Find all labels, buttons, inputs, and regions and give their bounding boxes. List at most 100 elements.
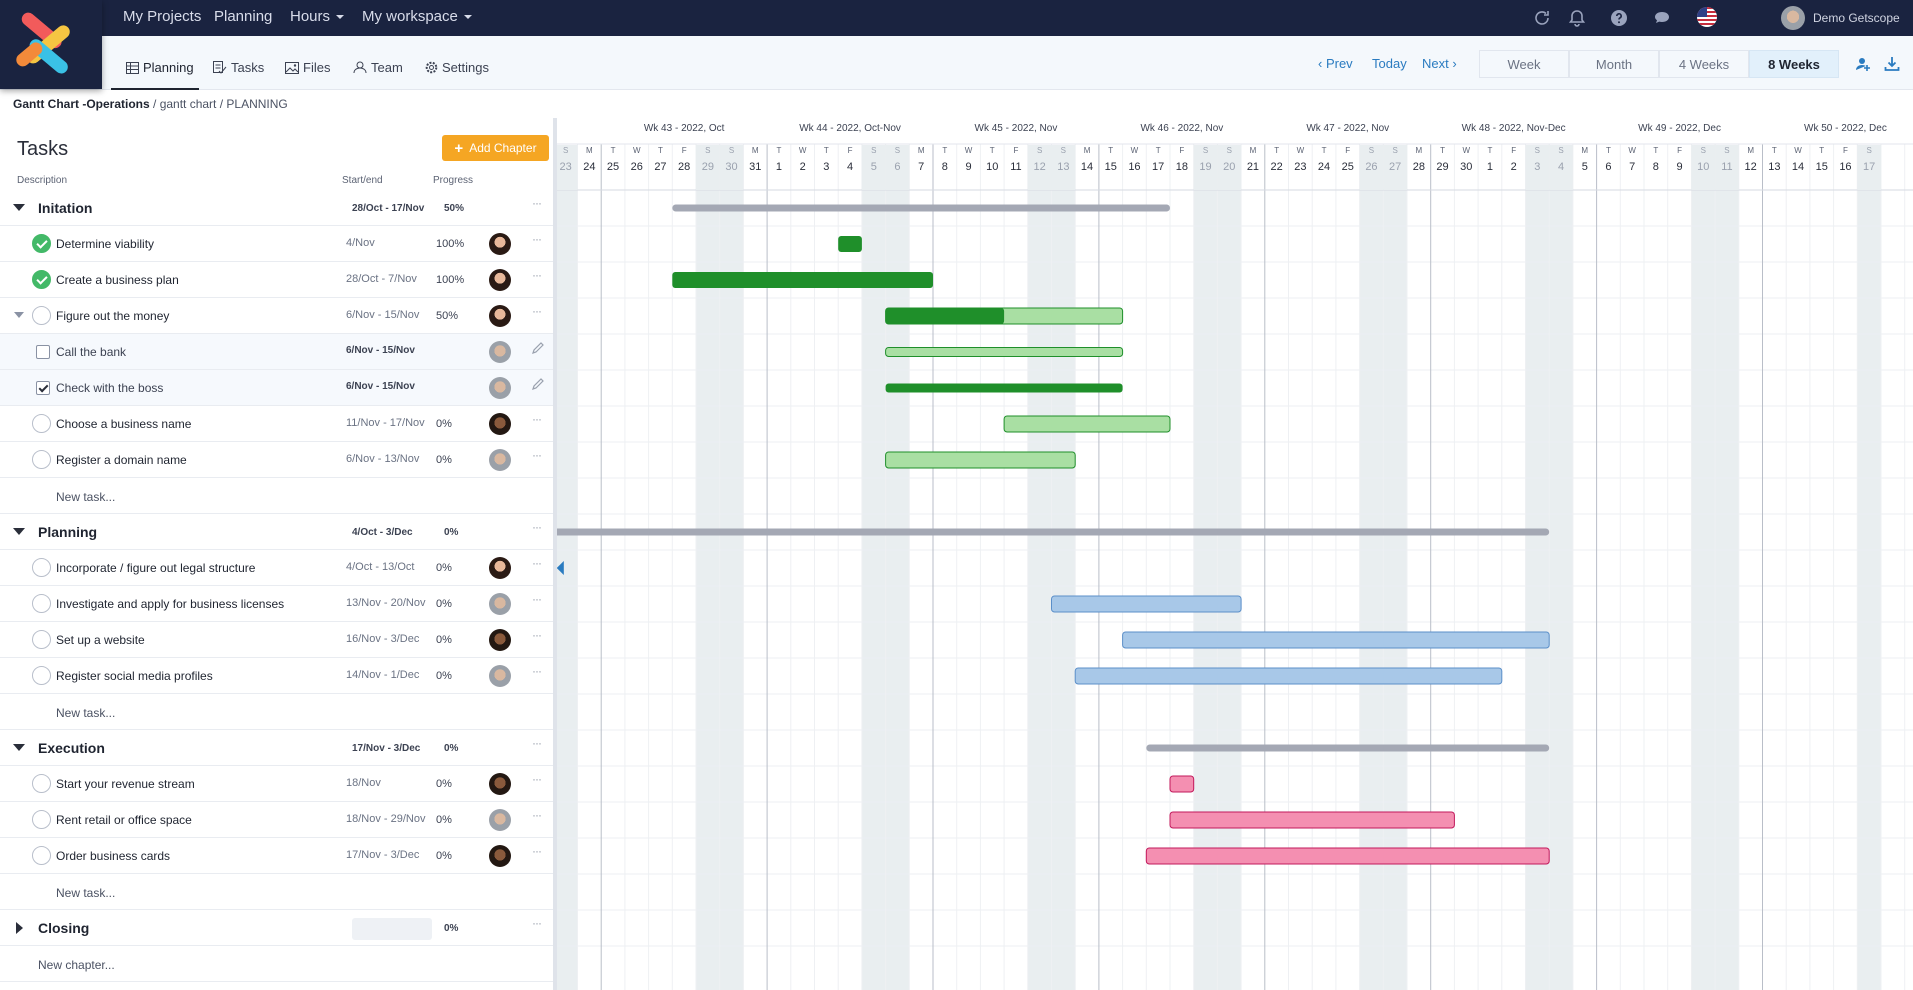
assign-user-icon[interactable] [1855, 56, 1871, 72]
period-month-button[interactable]: Month [1569, 50, 1659, 78]
more-options-icon[interactable]: ··· [532, 664, 542, 678]
breadcrumb-project[interactable]: Gantt Chart -Operations [13, 97, 150, 111]
task-bar[interactable] [672, 272, 933, 288]
task-name[interactable]: Register social media profiles [56, 669, 213, 683]
assignee-avatar[interactable] [489, 449, 511, 471]
task-bar[interactable] [885, 347, 1124, 357]
chapter-row[interactable]: Planning 4/Oct - 3/Dec 0% ··· [0, 514, 553, 550]
status-circle[interactable] [32, 450, 51, 469]
period-week-button[interactable]: Week [1479, 50, 1569, 78]
task-name[interactable]: Determine viability [56, 237, 154, 251]
us-flag-icon[interactable] [1696, 6, 1718, 28]
new-chapter-link[interactable]: New chapter... [38, 958, 115, 972]
nav-hours[interactable]: Hours [290, 8, 345, 25]
assignee-avatar[interactable] [489, 773, 511, 795]
more-options-icon[interactable]: ··· [532, 556, 542, 570]
status-circle[interactable] [32, 630, 51, 649]
task-row[interactable]: Create a business plan 28/Oct - 7/Nov 100%… [0, 262, 553, 298]
task-bar[interactable] [885, 383, 1123, 393]
task-row[interactable]: Set up a website 16/Nov - 3/Dec 0% ··· [0, 622, 553, 658]
status-circle[interactable] [32, 414, 51, 433]
assignee-avatar[interactable] [489, 665, 511, 687]
more-options-icon[interactable]: ··· [532, 304, 542, 318]
assignee-avatar[interactable] [489, 377, 511, 399]
caret-right-icon[interactable] [16, 922, 23, 934]
task-row[interactable]: Figure out the money 6/Nov - 15/Nov 50% ··· [0, 298, 553, 334]
more-options-icon[interactable]: ··· [532, 844, 542, 858]
refresh-icon[interactable] [1532, 8, 1552, 28]
assignee-avatar[interactable] [489, 233, 511, 255]
tab-team[interactable]: Team [353, 60, 403, 75]
assignee-avatar[interactable] [489, 629, 511, 651]
status-circle[interactable] [32, 558, 51, 577]
assignee-avatar[interactable] [489, 305, 511, 327]
task-bar[interactable] [1051, 595, 1242, 613]
caret-down-icon[interactable] [13, 744, 25, 751]
assignee-avatar[interactable] [489, 413, 511, 435]
tab-tasks[interactable]: Tasks [213, 60, 264, 75]
prev-button[interactable]: ‹ Prev [1318, 56, 1353, 71]
task-row[interactable]: Rent retail or office space 18/Nov - 29/N… [0, 802, 553, 838]
nav-my-workspace[interactable]: My workspace [362, 8, 472, 25]
new-task-link[interactable]: New task... [56, 886, 115, 900]
chapter-name[interactable]: Execution [38, 740, 105, 756]
chapter-summary-bar[interactable] [557, 528, 1550, 536]
new-task-link[interactable]: New task... [56, 706, 115, 720]
assignee-avatar[interactable] [489, 557, 511, 579]
assignee-avatar[interactable] [489, 593, 511, 615]
more-options-icon[interactable]: ··· [532, 916, 542, 930]
subtask-checkbox[interactable] [36, 345, 50, 359]
caret-down-icon[interactable] [13, 528, 25, 535]
status-circle[interactable] [32, 594, 51, 613]
user-avatar[interactable] [1781, 6, 1805, 30]
assignee-avatar[interactable] [489, 269, 511, 291]
nav-my-projects[interactable]: My Projects [123, 8, 201, 25]
more-options-icon[interactable]: ··· [532, 772, 542, 786]
task-bar[interactable] [838, 236, 862, 252]
pencil-icon[interactable] [530, 376, 546, 392]
chapter-row[interactable]: Execution 17/Nov - 3/Dec 0% ··· [0, 730, 553, 766]
tab-planning[interactable]: Planning [126, 60, 194, 75]
new-task-link[interactable]: New task... [56, 490, 115, 504]
more-options-icon[interactable]: ··· [532, 412, 542, 426]
more-options-icon[interactable]: ··· [532, 232, 542, 246]
status-circle[interactable] [32, 306, 51, 325]
add-chapter-button[interactable]: + Add Chapter [442, 135, 549, 161]
caret-down-icon[interactable] [14, 312, 24, 318]
next-button[interactable]: Next › [1422, 56, 1457, 71]
task-bar[interactable] [1145, 847, 1550, 865]
status-circle[interactable] [32, 810, 51, 829]
task-bar[interactable] [1169, 775, 1195, 793]
task-name[interactable]: Set up a website [56, 633, 145, 647]
task-name[interactable]: Start your revenue stream [56, 777, 195, 791]
chapter-name[interactable]: Initation [38, 200, 92, 216]
user-name[interactable]: Demo Getscope [1813, 11, 1900, 25]
tab-settings[interactable]: Settings [425, 60, 489, 75]
task-row[interactable]: Investigate and apply for business licen… [0, 586, 553, 622]
task-bar[interactable] [1074, 667, 1503, 685]
task-row[interactable]: Incorporate / figure out legal structure… [0, 550, 553, 586]
more-options-icon[interactable]: ··· [532, 628, 542, 642]
new-chapter-row[interactable]: New chapter... [0, 946, 553, 982]
assignee-avatar[interactable] [489, 341, 511, 363]
task-name[interactable]: Investigate and apply for business licen… [56, 597, 284, 611]
subtask-name[interactable]: Check with the boss [56, 381, 163, 395]
caret-down-icon[interactable] [13, 204, 25, 211]
status-circle[interactable] [32, 774, 51, 793]
subtask-checkbox[interactable] [36, 381, 50, 395]
period-8weeks-button[interactable]: 8 Weeks [1749, 50, 1839, 78]
tab-files[interactable]: Files [285, 60, 330, 75]
more-options-icon[interactable]: ··· [532, 448, 542, 462]
new-task-row[interactable]: New task... [0, 478, 553, 514]
more-options-icon[interactable]: ··· [532, 736, 542, 750]
chapter-row[interactable]: Initation 28/Oct - 17/Nov 50% ··· [0, 190, 553, 226]
task-name[interactable]: Create a business plan [56, 273, 179, 287]
chapter-name[interactable]: Planning [38, 524, 97, 540]
app-logo[interactable] [0, 0, 102, 89]
chapter-summary-bar[interactable] [672, 204, 1170, 212]
period-4weeks-button[interactable]: 4 Weeks [1659, 50, 1749, 78]
help-icon[interactable] [1609, 8, 1629, 28]
more-options-icon[interactable]: ··· [532, 196, 542, 210]
assignee-avatar[interactable] [489, 809, 511, 831]
chapter-name[interactable]: Closing [38, 920, 89, 936]
